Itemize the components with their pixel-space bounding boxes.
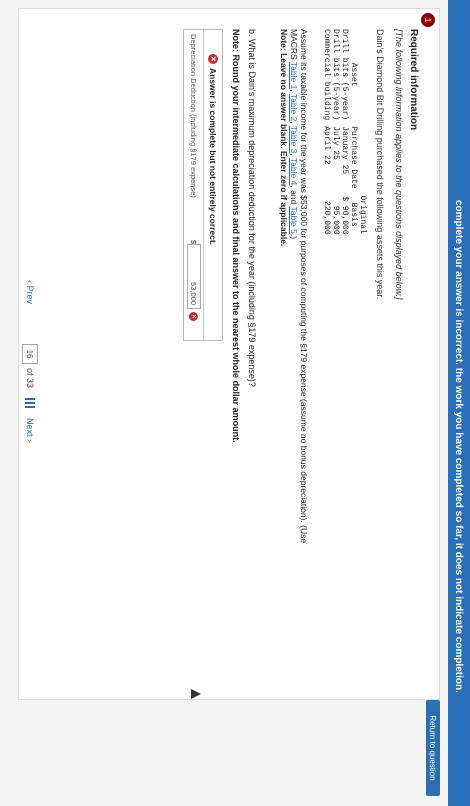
basis-cell: $ 90,000 — [340, 196, 349, 235]
incorrect-icon: ✕ — [208, 54, 218, 64]
return-to-question-label: Return to question — [428, 715, 438, 781]
question-number: 1 — [423, 17, 433, 23]
next-label: Next — [25, 418, 35, 437]
status-banner: complete your answer is incorrect. the w… — [448, 0, 470, 806]
required-info-title: Required information — [408, 29, 419, 131]
incorrect-mark-icon: ✕ — [189, 312, 199, 321]
grid-icon[interactable] — [25, 398, 35, 409]
macrs-table-2-link[interactable]: Table 2 — [289, 94, 299, 121]
asset-cell: Drill bits (5-year) — [340, 29, 349, 121]
table-row: Drill bits (5-year) January 25 $ 90,000 — [340, 29, 349, 241]
macrs-table-4-link[interactable]: Table 4 — [289, 158, 299, 185]
mouse-cursor-icon — [191, 689, 201, 699]
assumption-text: Assume its taxable income for the year w… — [279, 29, 309, 544]
answer-status-text: Answer is complete but not entirely corr… — [208, 68, 218, 246]
assets-header-row: Asset Purchase Date Original Basis — [349, 29, 367, 241]
pagination: ‹ Prev 16 of 33 Next › — [20, 280, 40, 540]
assumption-note: Note: Leave no answer blank. Enter zero … — [279, 29, 289, 247]
next-button[interactable]: Next › — [25, 418, 35, 442]
depreciation-input[interactable]: 53,000 — [187, 244, 201, 309]
date-cell: July 25 — [331, 126, 340, 160]
macrs-table-5-link[interactable]: Table 5 — [289, 206, 299, 233]
prev-button[interactable]: ‹ Prev — [25, 280, 35, 304]
question-b-text: b. What is Dain's maximum depreciation d… — [247, 29, 257, 387]
header-purchase-date: Purchase Date — [349, 126, 358, 189]
answer-box: ✕ Answer is complete but not entirely co… — [183, 29, 223, 341]
asset-cell: Drill bits (5-year) — [331, 29, 340, 121]
header-original-basis: Original Basis — [349, 195, 367, 234]
question-b-note: Note: Round your intermediate calculatio… — [231, 29, 241, 443]
macrs-table-3-link[interactable]: Table 3 — [289, 126, 299, 153]
macrs-table-1-link[interactable]: Table 1 — [289, 62, 299, 89]
status-banner-text: complete your answer is incorrect. the w… — [453, 200, 465, 693]
page-number-input[interactable]: 16 — [22, 344, 38, 365]
assets-table: Asset Purchase Date Original Basis Drill… — [322, 29, 367, 241]
basis-cell: 95,000 — [331, 205, 340, 235]
required-info-subtitle: [The following information applies to th… — [394, 29, 404, 300]
table-row: Drill bits (5-year) July 25 95,000 — [331, 29, 340, 241]
basis-cell: 220,000 — [322, 201, 331, 235]
table-row: Commercial building April 22 220,000 — [322, 29, 331, 241]
date-cell: January 25 — [340, 126, 349, 175]
date-cell: April 22 — [322, 126, 331, 165]
page-stage: complete your answer is incorrect. the w… — [0, 0, 470, 806]
answer-label: Depreciation Deduction (including §179 e… — [189, 34, 199, 198]
answer-row: Depreciation Deduction (including §179 e… — [185, 30, 204, 340]
return-to-question-button[interactable]: Return to question — [426, 700, 440, 796]
page-total: of 33 — [25, 368, 35, 389]
answer-status: ✕ Answer is complete but not entirely co… — [204, 30, 222, 340]
prev-label: Prev — [25, 285, 35, 305]
currency-symbol: $ — [189, 239, 199, 244]
question-card: 1 Required information [The following in… — [18, 8, 440, 700]
question-number-badge: 1 — [421, 13, 435, 27]
header-asset: Asset — [349, 62, 358, 87]
intro-text: Dain's Diamond Bit Drilling purchased th… — [375, 29, 385, 300]
asset-cell: Commercial building — [322, 29, 331, 121]
